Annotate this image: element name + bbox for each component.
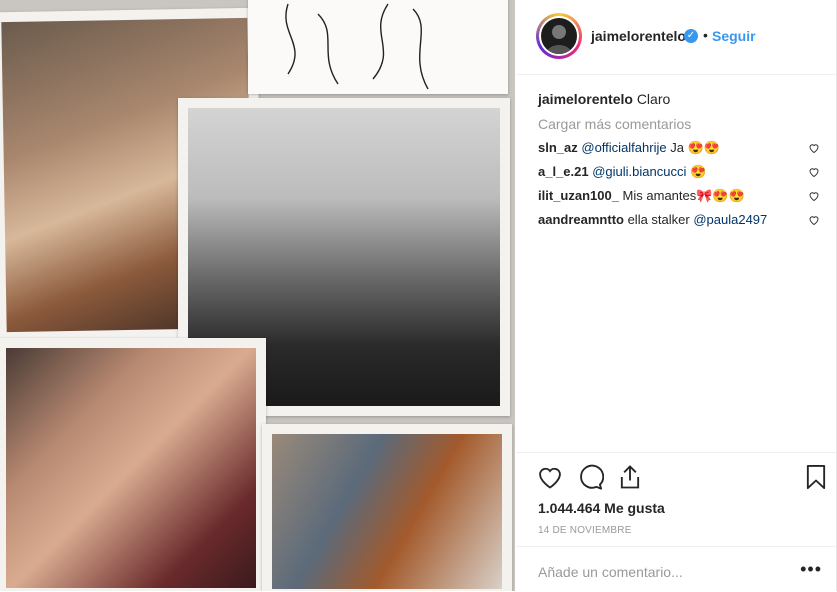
comment-username[interactable]: a_l_e.21 [538,164,589,179]
comment-icon[interactable] [576,463,604,491]
header-username[interactable]: jaimelorentelo [591,28,686,44]
comment-username[interactable]: ilit_uzan100_ [538,188,619,203]
comment-item: sln_az @officialfahrije Ja 😍😍 [538,140,830,160]
comment-item: aandreamntto ella stalker @paula2497 [538,212,830,232]
story-ring[interactable] [536,13,582,59]
comment-username[interactable]: sln_az [538,140,578,155]
heart-icon[interactable] [808,214,820,226]
post-caption: jaimelorentelo Claro [538,91,670,107]
separator-dot: • [703,27,708,43]
comment-mention[interactable]: @officialfahrije [581,140,666,155]
line-drawing-sheet [248,0,508,94]
caption-username[interactable]: jaimelorentelo [538,91,633,107]
caption-text: Claro [636,91,671,107]
post-image[interactable] [0,0,515,591]
comment-text: 😍 [686,164,707,179]
add-comment-bar: Añade un comentario... ••• [516,546,836,592]
heart-icon[interactable] [808,166,820,178]
comment-mention[interactable]: @giuli.biancucci [592,164,686,179]
comment-text: ella stalker [623,212,694,227]
verified-badge-icon: ✓ [684,29,698,43]
post-header: jaimelorentelo ✓ • Seguir [516,0,836,75]
comment-item: ilit_uzan100_ Mis amantes🎀😍😍 [538,188,830,208]
polaroid-couple [262,424,512,591]
avatar[interactable] [539,16,579,56]
comment-item: a_l_e.21 @giuli.biancucci 😍 [538,164,830,184]
add-comment-input[interactable]: Añade un comentario... [538,564,683,580]
heart-icon[interactable] [808,190,820,202]
comment-text: Ja 😍😍 [666,140,720,155]
post-sidebar: jaimelorentelo ✓ • Seguir jaimelorentelo… [516,0,836,591]
post-date[interactable]: 14 DE NOVIEMBRE [538,525,632,536]
bookmark-icon[interactable] [802,463,830,491]
comment-mention[interactable]: @paula2497 [693,212,767,227]
actions-divider [516,452,836,453]
more-options-icon[interactable]: ••• [800,559,822,580]
polaroid-woman-selfie [0,338,266,591]
heart-icon[interactable] [808,142,820,154]
load-more-comments-button[interactable]: Cargar más comentarios [538,116,691,132]
follow-button[interactable]: Seguir [712,28,756,44]
instagram-post: jaimelorentelo ✓ • Seguir jaimelorentelo… [0,0,837,591]
share-icon[interactable] [616,463,644,491]
comment-text: Mis amantes🎀😍😍 [618,188,745,203]
comment-username[interactable]: aandreamntto [538,212,624,227]
heart-icon[interactable] [536,463,564,491]
likes-count[interactable]: 1.044.464 Me gusta [538,500,665,516]
